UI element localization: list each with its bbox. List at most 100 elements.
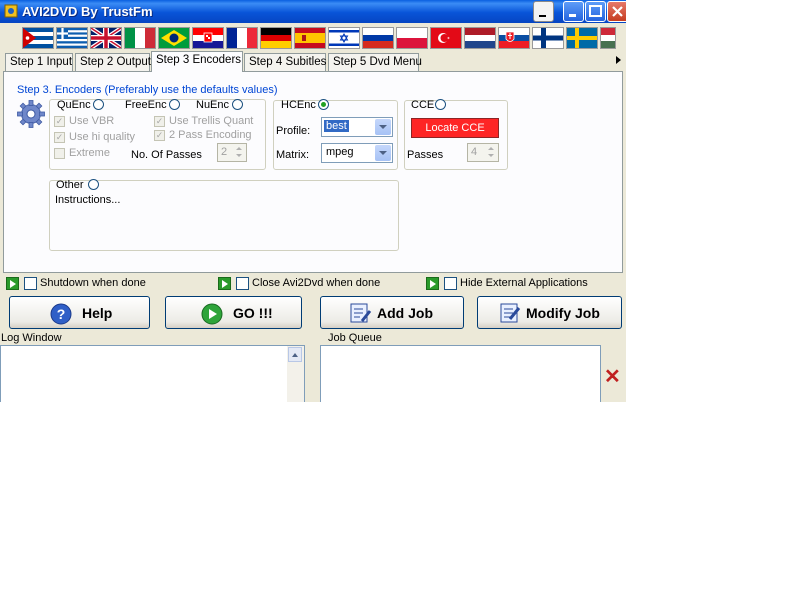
use-vbr-label: Use VBR: [69, 115, 115, 127]
minimize-button[interactable]: [563, 1, 584, 22]
locate-cce-button[interactable]: Locate CCE: [411, 118, 499, 138]
maximize-button[interactable]: [585, 1, 606, 22]
flag-russia-icon[interactable]: [362, 27, 394, 49]
log-scrollbar[interactable]: [287, 346, 304, 402]
language-flag-bar: [0, 25, 626, 64]
flags-scroll-right-icon[interactable]: [616, 56, 621, 64]
use-vbr-checkbox[interactable]: ✓: [54, 116, 65, 127]
help-icon: ?: [50, 303, 72, 325]
tab-step-5-dvd-menu[interactable]: Step 5 Dvd Menu: [328, 53, 422, 71]
flag-netherlands-icon[interactable]: [464, 27, 496, 49]
delete-job-icon[interactable]: ✕: [604, 367, 621, 387]
hcenc-radio[interactable]: [318, 99, 329, 110]
tab-step-1-input[interactable]: Step 1 Input: [5, 53, 73, 71]
hide-external-checkbox[interactable]: [444, 277, 457, 290]
tab-step-4-subtitles[interactable]: Step 4 Subitles: [244, 53, 326, 71]
flag-germany-icon[interactable]: [260, 27, 292, 49]
use-hi-quality-checkbox[interactable]: ✓: [54, 132, 65, 143]
help-button[interactable]: ? Help: [9, 296, 150, 329]
freeenc-radio[interactable]: [169, 99, 180, 110]
close-app-checkbox[interactable]: [236, 277, 249, 290]
spin-up-icon[interactable]: [488, 147, 494, 150]
nuenc-radio[interactable]: [232, 99, 243, 110]
title-bar[interactable]: AVI2DVD By TrustFm: [0, 0, 626, 23]
flag-sweden-icon[interactable]: [566, 27, 598, 49]
other-group: [49, 180, 399, 251]
two-pass-encoding-label: 2 Pass Encoding: [169, 129, 252, 141]
tab-step-2-output[interactable]: Step 2 Output: [75, 53, 151, 71]
matrix-select[interactable]: mpeg: [321, 143, 393, 163]
flag-brazil-icon[interactable]: [158, 27, 190, 49]
flag-israel-icon[interactable]: [328, 27, 360, 49]
go-button[interactable]: GO !!!: [165, 296, 302, 329]
log-window-label: Log Window: [1, 332, 62, 344]
flag-poland-icon[interactable]: [396, 27, 428, 49]
arrow-right-icon: [218, 277, 231, 290]
chevron-down-icon[interactable]: [375, 119, 391, 135]
flag-hungary-icon[interactable]: [600, 27, 616, 49]
add-job-icon: [350, 303, 372, 323]
freeenc-label: FreeEnc: [125, 99, 167, 111]
close-button[interactable]: [607, 1, 626, 22]
flag-france-icon[interactable]: [226, 27, 258, 49]
flag-slovakia-icon[interactable]: [498, 27, 530, 49]
shutdown-checkbox[interactable]: [24, 277, 37, 290]
flag-turkey-icon[interactable]: [430, 27, 462, 49]
help-label: Help: [82, 305, 113, 321]
cce-radio[interactable]: [435, 99, 446, 110]
flag-finland-icon[interactable]: [532, 27, 564, 49]
job-queue-label: Job Queue: [328, 332, 382, 344]
scroll-up-icon[interactable]: [288, 347, 302, 362]
shutdown-label: Shutdown when done: [40, 277, 146, 289]
app-icon: [4, 4, 18, 18]
spinner-buttons[interactable]: [486, 145, 497, 160]
modify-job-icon: [500, 303, 521, 323]
window-title: AVI2DVD By TrustFm: [22, 4, 153, 19]
profile-value: best: [324, 120, 349, 132]
minimize-icon: [539, 15, 546, 17]
log-window-textarea[interactable]: [0, 345, 305, 402]
flag-greece-icon[interactable]: [56, 27, 88, 49]
add-job-button[interactable]: Add Job: [320, 296, 464, 329]
other-radio[interactable]: [88, 179, 99, 190]
flag-croatia-icon[interactable]: [192, 27, 224, 49]
quenc-radio[interactable]: [93, 99, 104, 110]
matrix-label: Matrix:: [276, 149, 309, 161]
matrix-value: mpeg: [326, 146, 354, 158]
no-of-passes-spinner[interactable]: 2: [217, 143, 247, 162]
spin-down-icon[interactable]: [236, 154, 242, 157]
quenc-label: QuEnc: [57, 99, 91, 111]
profile-select[interactable]: best: [321, 117, 393, 137]
use-hi-quality-label: Use hi quality: [69, 131, 136, 143]
minimize-icon: [569, 14, 576, 17]
no-of-passes-value: 2: [221, 146, 228, 158]
use-trellis-quant-label: Use Trellis Quant: [169, 115, 254, 127]
modify-job-label: Modify Job: [526, 305, 600, 321]
step-3-heading: Step 3. Encoders (Preferably use the def…: [17, 84, 278, 96]
flag-spain-icon[interactable]: [294, 27, 326, 49]
svg-text:?: ?: [57, 306, 66, 322]
extreme-label: Extreme: [69, 147, 110, 159]
flag-italy-icon[interactable]: [124, 27, 156, 49]
two-pass-encoding-checkbox[interactable]: ✓: [154, 130, 165, 141]
chevron-down-icon[interactable]: [375, 145, 391, 161]
go-label: GO !!!: [233, 305, 273, 321]
close-icon: [612, 6, 623, 17]
arrow-right-icon: [6, 277, 19, 290]
tab-step-3-encoders[interactable]: Step 3 Encoders: [151, 51, 243, 72]
spinner-buttons[interactable]: [234, 145, 245, 160]
play-icon: [201, 303, 223, 325]
minimize-to-tray-button[interactable]: [533, 1, 554, 22]
close-app-label: Close Avi2Dvd when done: [252, 277, 381, 289]
job-queue-list[interactable]: [320, 345, 601, 402]
spin-down-icon[interactable]: [488, 154, 494, 157]
use-trellis-quant-checkbox[interactable]: ✓: [154, 116, 165, 127]
instructions-text: Instructions...: [55, 194, 121, 206]
cce-label: CCE: [411, 99, 435, 111]
modify-job-button[interactable]: Modify Job: [477, 296, 622, 329]
flag-cuba-icon[interactable]: [22, 27, 54, 49]
extreme-checkbox[interactable]: [54, 148, 65, 159]
cce-passes-spinner[interactable]: 4: [467, 143, 499, 162]
spin-up-icon[interactable]: [236, 147, 242, 150]
flag-united-kingdom-icon[interactable]: [90, 27, 122, 49]
